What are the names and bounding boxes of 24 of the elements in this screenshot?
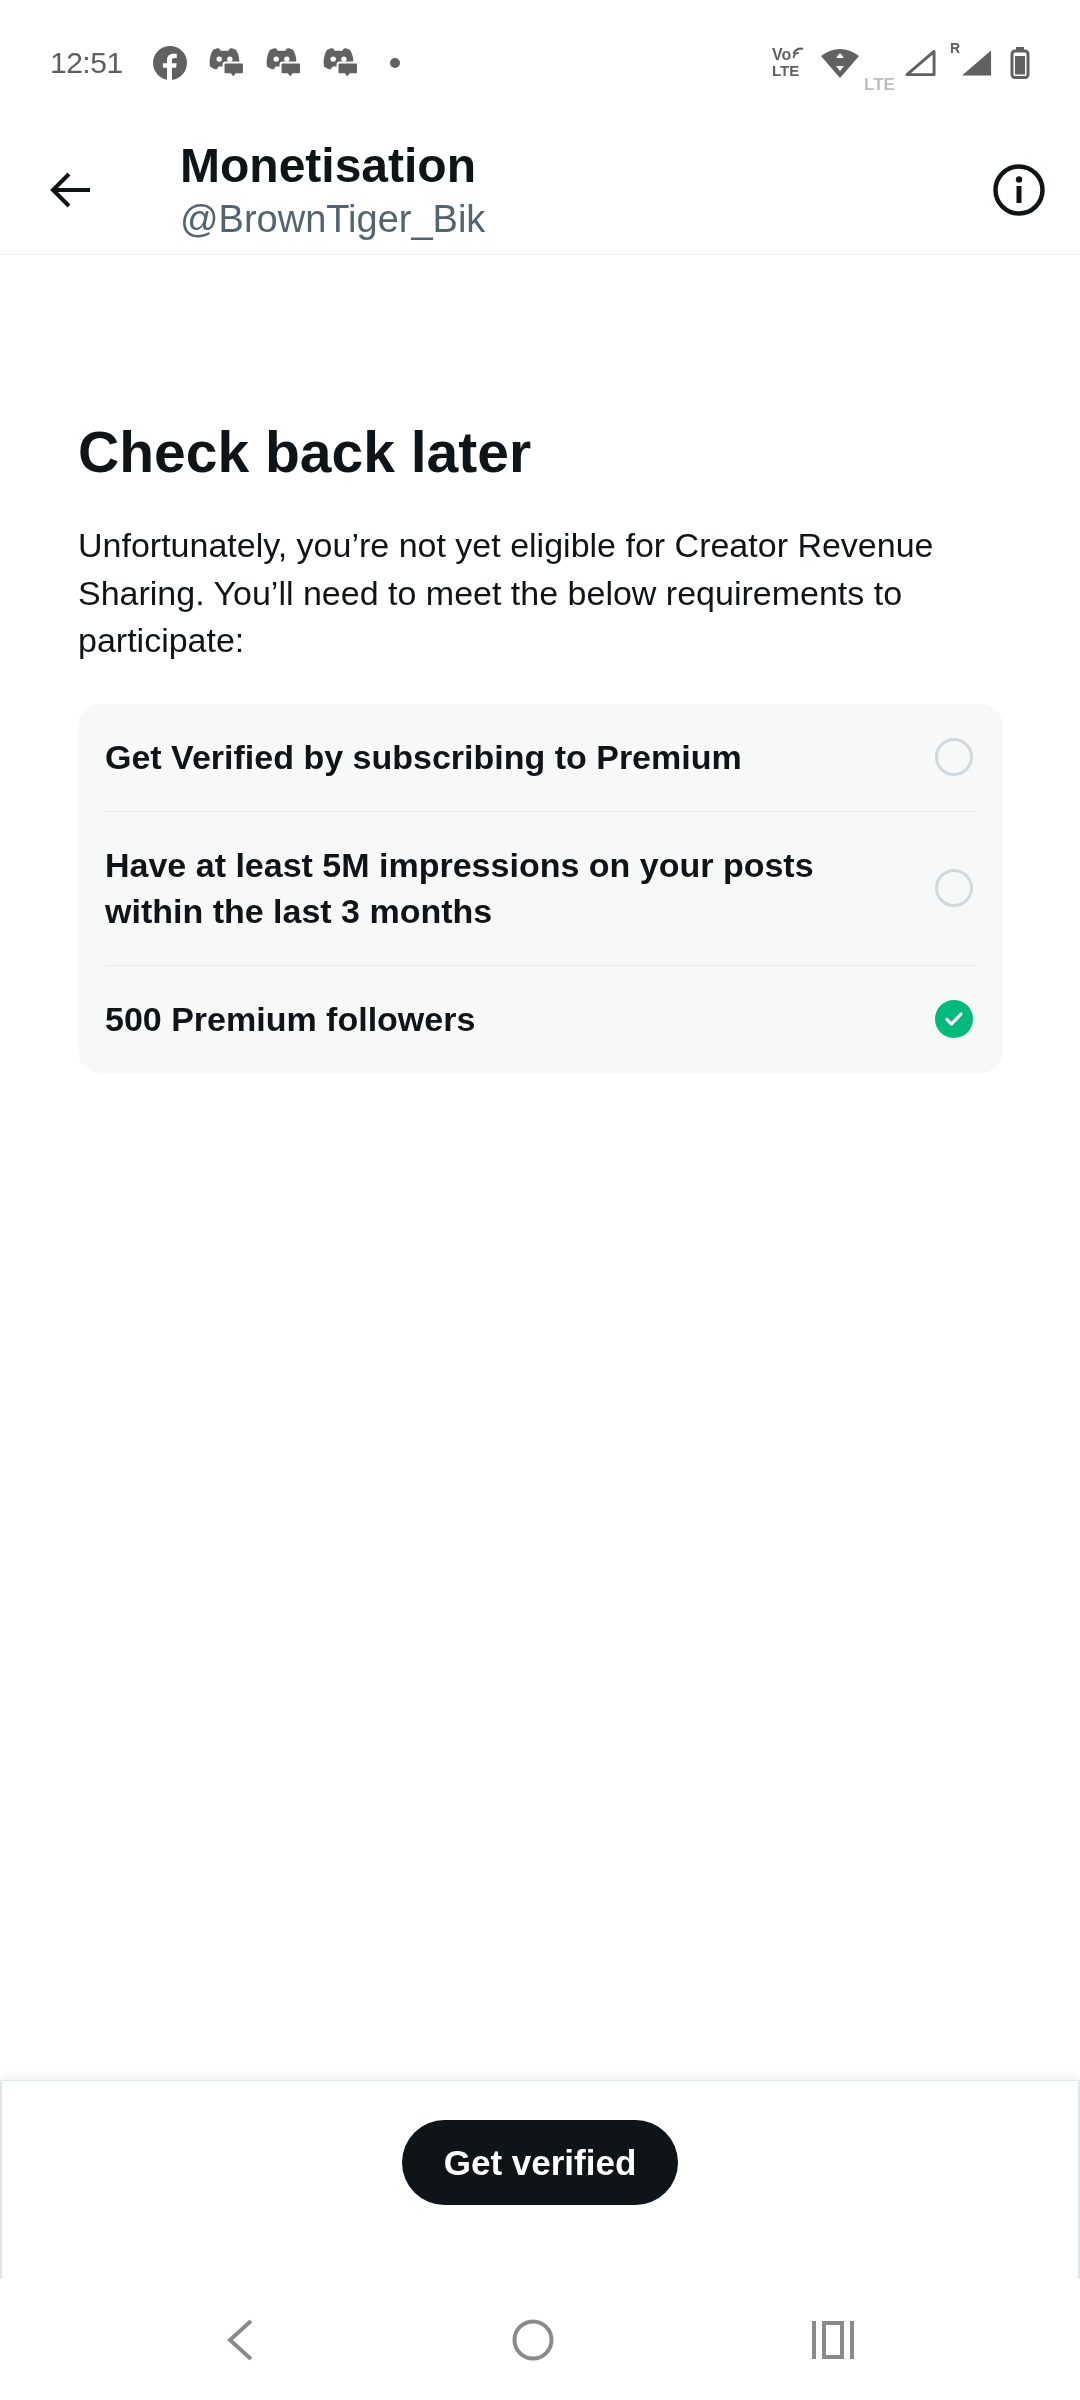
vo-label: Vo (772, 47, 792, 63)
signal-icon (961, 48, 992, 77)
home-icon[interactable] (512, 2318, 554, 2361)
data-type-label: LTE (864, 76, 895, 93)
status-time: 12:51 (50, 45, 123, 80)
lte-label: LTE (772, 63, 800, 78)
nav-back-icon[interactable] (226, 2318, 254, 2361)
info-icon[interactable] (993, 163, 1045, 216)
requirement-text: Get Verified by subscribing to Premium (105, 736, 742, 778)
eligibility-message: Unfortunately, you’re not yet eligible for Creator Revenue Sharing. You’ll need to meet the below requirements to participate: (78, 525, 935, 661)
circle-f-icon (152, 45, 187, 80)
battery-icon (1010, 46, 1030, 79)
verify-button[interactable]: Get verified (401, 2120, 679, 2205)
heading: Check back later (78, 419, 533, 486)
call-waves-icon (792, 47, 805, 59)
requirement-text: Have at least 5M impressions on your posts within the last 3 months (105, 844, 815, 932)
recents-icon[interactable] (812, 2320, 854, 2359)
username-handle: @BrownTiger_Bik (180, 196, 486, 242)
roaming-label: R (949, 40, 960, 55)
dot-icon (389, 57, 400, 68)
signal-outline-icon (904, 48, 936, 77)
wifi-icon (820, 47, 860, 78)
requirement-text: 500 Premium followers (105, 998, 476, 1040)
page-title: Monetisation (180, 137, 476, 194)
